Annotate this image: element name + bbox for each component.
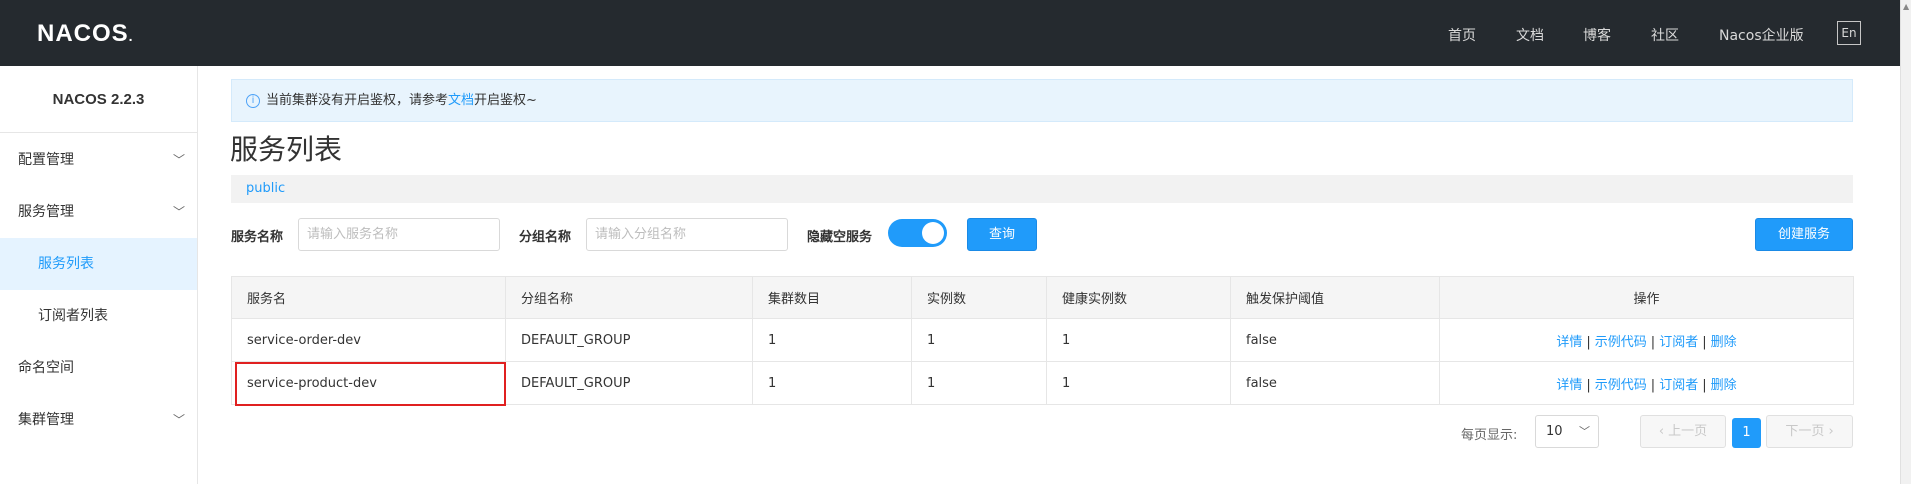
- chevron-down-icon: ﹀: [172, 205, 185, 219]
- sidebar-item-label: 配置管理: [18, 152, 74, 168]
- sidebar-item-namespace[interactable]: 命名空间: [0, 342, 197, 394]
- service-name-input[interactable]: [298, 218, 500, 251]
- service-table: 服务名 分组名称 集群数目 实例数 健康实例数 触发保护阈值 操作 servic…: [231, 276, 1854, 405]
- next-page-label: 下一页: [1785, 424, 1825, 439]
- cell-operations: 详情 | 示例代码 | 订阅者 | 删除: [1439, 318, 1854, 362]
- cell-instances: 1: [911, 361, 1047, 405]
- op-separator: |: [1650, 334, 1656, 350]
- table-row: service-order-dev DEFAULT_GROUP 1 1 1 fa…: [231, 318, 1854, 362]
- cell-group: DEFAULT_GROUP: [505, 318, 753, 362]
- vertical-scrollbar[interactable]: ▲: [1900, 0, 1911, 484]
- info-icon: i: [246, 93, 260, 108]
- notice-docs-link[interactable]: 文档: [448, 93, 474, 108]
- cell-service-name: service-product-dev: [231, 361, 506, 405]
- nav-community[interactable]: 社区: [1651, 25, 1679, 45]
- group-name-label: 分组名称: [519, 230, 572, 245]
- top-navbar: NACOS. 首页 文档 博客 社区 Nacos企业版 En: [0, 0, 1900, 66]
- version-label: NACOS 2.2.3: [0, 66, 197, 133]
- language-toggle-button[interactable]: En: [1837, 21, 1861, 45]
- hide-empty-toggle[interactable]: [888, 219, 947, 247]
- column-header: 实例数: [911, 276, 1047, 319]
- page-size-value: 10: [1546, 424, 1563, 439]
- service-name-label: 服务名称: [231, 230, 284, 245]
- sample-code-link[interactable]: 示例代码: [1595, 335, 1647, 350]
- namespace-public-link[interactable]: public: [246, 181, 285, 196]
- cell-threshold: false: [1230, 318, 1440, 362]
- namespace-bar: public: [231, 175, 1853, 203]
- column-header: 分组名称: [505, 276, 753, 319]
- chevron-down-icon: ﹀: [172, 413, 185, 427]
- notice-text-end: 开启鉴权~: [474, 93, 537, 108]
- delete-link[interactable]: 删除: [1711, 378, 1737, 393]
- page-number-button[interactable]: 1: [1732, 418, 1761, 448]
- subscribers-link[interactable]: 订阅者: [1659, 378, 1698, 393]
- cell-service-name: service-order-dev: [231, 318, 506, 362]
- chevron-right-icon: ›: [1824, 424, 1834, 439]
- cell-operations: 详情 | 示例代码 | 订阅者 | 删除: [1439, 361, 1854, 405]
- create-service-button[interactable]: 创建服务: [1755, 218, 1853, 251]
- sidebar: NACOS 2.2.3 配置管理 ﹀ 服务管理 ﹀ 服务列表 订阅者列表 命名空…: [0, 66, 198, 484]
- nav-blog[interactable]: 博客: [1583, 25, 1611, 45]
- sidebar-item-service-list[interactable]: 服务列表: [0, 238, 197, 290]
- sidebar-item-label: 订阅者列表: [38, 308, 108, 324]
- sidebar-item-label: 服务列表: [38, 256, 94, 272]
- hide-empty-label: 隐藏空服务: [807, 230, 873, 245]
- cell-healthy: 1: [1046, 318, 1231, 362]
- sidebar-item-config-management[interactable]: 配置管理 ﹀: [0, 134, 197, 186]
- cell-clusters: 1: [752, 361, 912, 405]
- sidebar-item-label: 命名空间: [18, 360, 74, 376]
- page-size-select[interactable]: 10 ﹀: [1535, 415, 1599, 448]
- nav-docs[interactable]: 文档: [1516, 25, 1544, 45]
- table-row: service-product-dev DEFAULT_GROUP 1 1 1 …: [231, 361, 1854, 405]
- table-header-row: 服务名 分组名称 集群数目 实例数 健康实例数 触发保护阈值 操作: [231, 276, 1854, 319]
- detail-link[interactable]: 详情: [1556, 378, 1582, 393]
- cell-threshold: false: [1230, 361, 1440, 405]
- nacos-logo[interactable]: NACOS.: [37, 20, 134, 48]
- column-header: 服务名: [231, 276, 506, 319]
- auth-notice-banner: i 当前集群没有开启鉴权，请参考文档开启鉴权~: [231, 79, 1853, 122]
- group-name-input[interactable]: [586, 218, 788, 251]
- chevron-down-icon: ﹀: [172, 153, 185, 167]
- sample-code-link[interactable]: 示例代码: [1595, 378, 1647, 393]
- cell-healthy: 1: [1046, 361, 1231, 405]
- next-page-button[interactable]: 下一页 ›: [1766, 415, 1853, 448]
- nav-home[interactable]: 首页: [1448, 25, 1476, 45]
- sidebar-item-service-management[interactable]: 服务管理 ﹀: [0, 186, 197, 238]
- column-header: 触发保护阈值: [1230, 276, 1440, 319]
- notice-text: 当前集群没有开启鉴权，请参考: [266, 93, 449, 108]
- sidebar-item-label: 集群管理: [18, 412, 74, 428]
- detail-link[interactable]: 详情: [1556, 335, 1582, 350]
- sidebar-item-subscriber-list[interactable]: 订阅者列表: [0, 290, 197, 342]
- scroll-up-arrow-icon[interactable]: ▲: [1903, 3, 1909, 11]
- page-size-label: 每页显示:: [1461, 428, 1518, 443]
- prev-page-button[interactable]: ‹ 上一页: [1640, 415, 1726, 448]
- column-header: 集群数目: [752, 276, 912, 319]
- query-button[interactable]: 查询: [967, 218, 1037, 251]
- sidebar-item-cluster-management[interactable]: 集群管理 ﹀: [0, 394, 197, 446]
- prev-page-label: 上一页: [1668, 424, 1708, 439]
- cell-group: DEFAULT_GROUP: [505, 361, 753, 405]
- delete-link[interactable]: 删除: [1711, 335, 1737, 350]
- page-title: 服务列表: [230, 133, 343, 166]
- op-separator: |: [1586, 334, 1591, 350]
- toggle-knob: [922, 222, 944, 244]
- sidebar-item-label: 服务管理: [18, 204, 74, 220]
- op-separator: |: [1702, 377, 1707, 393]
- column-header: 操作: [1439, 276, 1854, 319]
- cell-clusters: 1: [752, 318, 912, 362]
- subscribers-link[interactable]: 订阅者: [1659, 335, 1698, 350]
- op-separator: |: [1650, 377, 1656, 393]
- nav-enterprise[interactable]: Nacos企业版: [1719, 25, 1804, 45]
- cell-instances: 1: [911, 318, 1047, 362]
- chevron-left-icon: ‹: [1658, 424, 1669, 439]
- chevron-down-icon: ﹀: [1579, 425, 1590, 438]
- column-header: 健康实例数: [1046, 276, 1231, 319]
- op-separator: |: [1586, 377, 1591, 393]
- op-separator: |: [1702, 334, 1707, 350]
